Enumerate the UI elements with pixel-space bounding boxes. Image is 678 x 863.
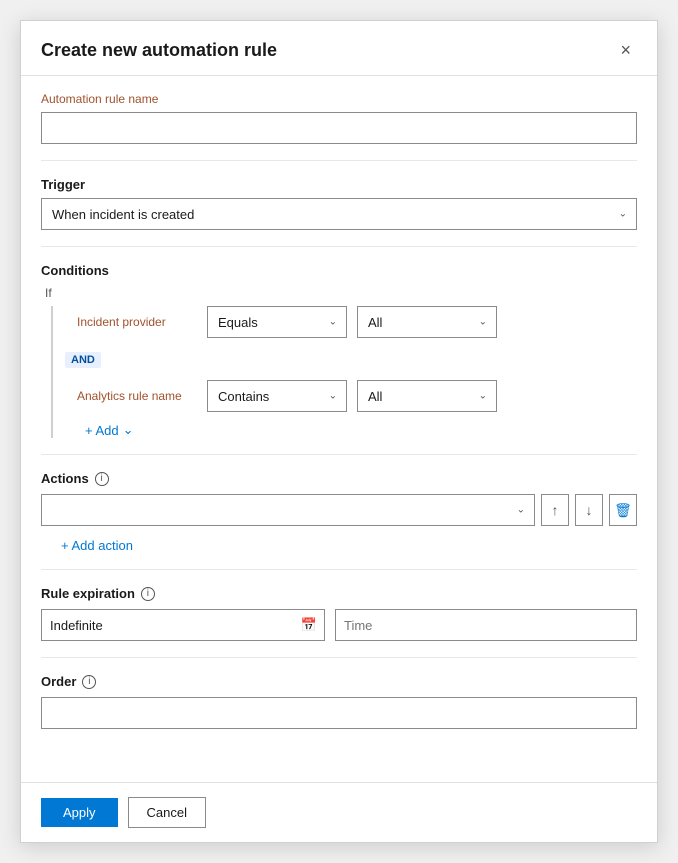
expiration-date-input[interactable] bbox=[41, 609, 325, 641]
add-action-label: + Add action bbox=[61, 538, 133, 553]
add-condition-area: + Add ⌄ bbox=[65, 422, 637, 438]
condition-row-2: Analytics rule name Contains Equals Not … bbox=[77, 380, 637, 412]
automation-rule-name-section: Automation rule name bbox=[41, 76, 637, 161]
add-action-area: + Add action bbox=[41, 538, 637, 553]
actions-select-wrapper: ⌄ bbox=[41, 494, 535, 526]
if-label: If bbox=[45, 286, 637, 300]
move-down-icon: ↓ bbox=[586, 502, 593, 518]
add-condition-button[interactable]: + Add ⌄ bbox=[85, 422, 134, 438]
trigger-select[interactable]: When incident is created When incident i… bbox=[41, 198, 637, 230]
dialog-footer: Apply Cancel bbox=[21, 782, 657, 842]
actions-header: Actions i bbox=[41, 471, 637, 486]
condition-field-label-1: Incident provider bbox=[77, 315, 197, 329]
add-condition-label: + Add bbox=[85, 423, 119, 438]
trigger-label: Trigger bbox=[41, 177, 637, 192]
automation-rule-name-input[interactable] bbox=[41, 112, 637, 144]
dialog-body: Automation rule name Trigger When incide… bbox=[21, 76, 657, 782]
trigger-select-wrapper: When incident is created When incident i… bbox=[41, 198, 637, 230]
actions-move-down-button[interactable]: ↓ bbox=[575, 494, 603, 526]
value-select-1[interactable]: All Microsoft Custom bbox=[357, 306, 497, 338]
operator-select-wrapper-1: Equals Not equals Contains ⌄ bbox=[207, 306, 347, 338]
rule-expiration-label: Rule expiration bbox=[41, 586, 135, 601]
operator-select-wrapper-2: Contains Equals Not equals ⌄ bbox=[207, 380, 347, 412]
cancel-button[interactable]: Cancel bbox=[128, 797, 206, 828]
create-automation-rule-dialog: Create new automation rule × Automation … bbox=[20, 20, 658, 843]
trigger-section: Trigger When incident is created When in… bbox=[41, 161, 637, 247]
condition-field-label-2: Analytics rule name bbox=[77, 389, 197, 403]
add-action-button[interactable]: + Add action bbox=[61, 538, 133, 553]
order-section: Order i 3 bbox=[41, 658, 637, 745]
actions-label: Actions bbox=[41, 471, 89, 486]
order-label: Order bbox=[41, 674, 76, 689]
order-header: Order i bbox=[41, 674, 637, 689]
actions-move-up-button[interactable]: ↑ bbox=[541, 494, 569, 526]
dialog-title: Create new automation rule bbox=[41, 40, 277, 61]
conditions-block: Incident provider Equals Not equals Cont… bbox=[51, 306, 637, 438]
actions-delete-button[interactable]: 🗑 bbox=[609, 494, 637, 526]
conditions-label: Conditions bbox=[41, 263, 637, 278]
move-up-icon: ↑ bbox=[552, 502, 559, 518]
actions-select[interactable] bbox=[41, 494, 535, 526]
operator-select-2[interactable]: Contains Equals Not equals bbox=[207, 380, 347, 412]
actions-section: Actions i ⌄ ↑ ↓ 🗑 bbox=[41, 455, 637, 570]
value-select-2[interactable]: All Rule 1 Rule 2 bbox=[357, 380, 497, 412]
automation-rule-name-label: Automation rule name bbox=[41, 92, 637, 106]
operator-select-1[interactable]: Equals Not equals Contains bbox=[207, 306, 347, 338]
actions-info-icon: i bbox=[95, 472, 109, 486]
expiration-row: 📅 bbox=[41, 609, 637, 641]
value-select-wrapper-1: All Microsoft Custom ⌄ bbox=[357, 306, 497, 338]
order-info-icon: i bbox=[82, 675, 96, 689]
delete-icon: 🗑 bbox=[614, 502, 632, 519]
rule-expiration-header: Rule expiration i bbox=[41, 586, 637, 601]
rule-expiration-section: Rule expiration i 📅 bbox=[41, 570, 637, 658]
dialog-header: Create new automation rule × bbox=[21, 21, 657, 76]
close-button[interactable]: × bbox=[614, 39, 637, 61]
value-select-wrapper-2: All Rule 1 Rule 2 ⌄ bbox=[357, 380, 497, 412]
expiration-time-input[interactable] bbox=[335, 609, 637, 641]
add-condition-chevron-icon: ⌄ bbox=[123, 422, 134, 438]
order-input[interactable]: 3 bbox=[41, 697, 637, 729]
and-badge: AND bbox=[65, 352, 101, 368]
actions-row: ⌄ ↑ ↓ 🗑 bbox=[41, 494, 637, 526]
conditions-section: Conditions If Incident provider Equals N… bbox=[41, 247, 637, 455]
condition-row-1: Incident provider Equals Not equals Cont… bbox=[77, 306, 637, 338]
expiration-date-wrapper: 📅 bbox=[41, 609, 325, 641]
rule-expiration-info-icon: i bbox=[141, 587, 155, 601]
